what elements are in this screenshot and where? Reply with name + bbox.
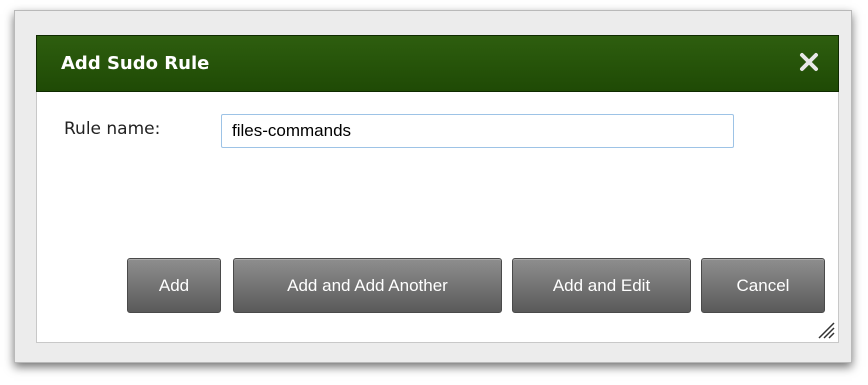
add-button[interactable]: Add	[127, 258, 221, 313]
rule-name-input[interactable]	[221, 114, 734, 148]
close-icon[interactable]	[797, 50, 821, 74]
add-and-add-another-button[interactable]: Add and Add Another	[233, 258, 502, 313]
resize-grip-icon[interactable]	[815, 319, 835, 339]
rule-name-label: Rule name:	[64, 119, 161, 139]
add-sudo-rule-dialog: Add Sudo Rule Rule name: Add Add and Add…	[14, 10, 852, 363]
cancel-button[interactable]: Cancel	[701, 258, 825, 313]
dialog-content: Rule name: Add Add and Add Another Add a…	[36, 92, 839, 343]
dialog-title: Add Sudo Rule	[61, 53, 210, 74]
add-and-edit-button[interactable]: Add and Edit	[512, 258, 691, 313]
dialog-titlebar[interactable]: Add Sudo Rule	[36, 35, 839, 92]
